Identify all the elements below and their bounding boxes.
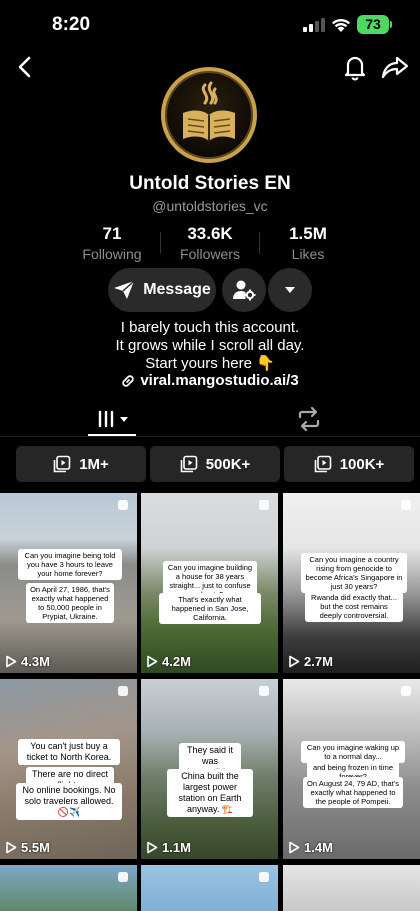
pinned-badge-icon (118, 872, 128, 882)
repost-tab-icon[interactable] (294, 404, 324, 434)
play-icon (289, 655, 300, 668)
video-thumbnail-image (283, 865, 420, 911)
video-thumbnail[interactable] (0, 865, 137, 911)
user-settings-icon (233, 280, 256, 301)
play-icon (6, 841, 17, 854)
stat-value: 33.6K (187, 224, 233, 243)
back-arrow-icon[interactable] (12, 53, 40, 81)
video-caption: On August 24, 79 AD, that's exactly what… (303, 777, 403, 808)
collection-icon (314, 455, 331, 473)
view-count-text: 1.4M (304, 840, 333, 855)
filter-chip-500k[interactable]: 500K+ (150, 446, 280, 482)
bell-icon[interactable] (340, 52, 370, 82)
videos-tab-grid-icon[interactable] (94, 404, 134, 434)
view-count-text: 4.3M (21, 654, 50, 669)
video-caption: On April 27, 1986, that's exactly what h… (26, 583, 114, 623)
view-count-text: 4.2M (162, 654, 191, 669)
video-caption: You can't just buy a ticket to North Kor… (18, 739, 120, 765)
pinned-badge-icon (401, 686, 411, 696)
view-count: 1.1M (146, 840, 191, 855)
message-button-label: Message (143, 281, 211, 298)
paper-plane-icon (114, 280, 135, 299)
view-count-text: 5.5M (21, 840, 50, 855)
video-caption: Rwanda did exactly that... but the cost … (305, 591, 403, 622)
view-count: 1.4M (288, 840, 333, 855)
stat-label: Likes (291, 246, 325, 262)
collection-icon (53, 455, 71, 473)
bio-line: I barely touch this account. (120, 319, 300, 336)
bio-link-text: viral.mangostudio.ai/3 (140, 372, 299, 389)
collection-icon (180, 455, 197, 473)
add-friend-button[interactable] (222, 268, 266, 312)
video-caption: No online bookings. No solo travelers al… (16, 783, 122, 820)
bio-line: Start yours here 👇 (145, 355, 275, 372)
stat-following[interactable]: 71 Following (72, 224, 152, 262)
view-count: 4.3M (5, 654, 50, 669)
play-icon (289, 841, 300, 854)
view-count: 4.2M (146, 654, 191, 669)
play-icon (147, 655, 158, 668)
cellular-signal-icon (303, 18, 325, 32)
stat-label: Followers (180, 246, 240, 262)
username: @untoldstories_vc (152, 198, 268, 214)
video-thumbnail[interactable] (283, 865, 420, 911)
video-caption: That's exactly what happened in San Jose… (159, 593, 261, 624)
bio-link[interactable]: viral.mangostudio.ai/3 (0, 372, 420, 389)
video-thumbnail[interactable]: You can't just buy a ticket to North Kor… (0, 679, 137, 859)
video-caption: Can you imagine being told you have 3 ho… (18, 549, 122, 580)
battery-indicator: 73 (357, 15, 389, 34)
filter-chip-label: 1M+ (79, 455, 109, 473)
share-icon[interactable] (380, 52, 410, 82)
tabs-divider (0, 436, 420, 437)
bio: I barely touch this account. It grows wh… (0, 319, 420, 373)
video-thumbnail[interactable]: Can you imagine waking up to a normal da… (283, 679, 420, 859)
stat-label: Following (82, 246, 142, 262)
stat-value: 1.5M (289, 224, 327, 243)
stat-divider (259, 232, 260, 254)
status-time: 8:20 (52, 14, 91, 35)
pinned-badge-icon (401, 500, 411, 510)
link-icon (122, 374, 135, 387)
filter-chip-1m[interactable]: 1M+ (16, 446, 146, 482)
filter-chip-100k[interactable]: 100K+ (284, 446, 414, 482)
video-caption: China built the largest power station on… (167, 769, 253, 817)
video-thumbnail[interactable]: Can you imagine building a house for 38 … (141, 493, 278, 673)
status-bar: 8:20 73 (0, 0, 420, 50)
message-button[interactable]: Message (108, 268, 216, 312)
video-caption: Can you imagine a country rising from ge… (301, 553, 407, 593)
video-thumbnail[interactable]: Can you imagine being told you have 3 ho… (0, 493, 137, 673)
play-icon (147, 841, 158, 854)
stat-likes[interactable]: 1.5M Likes (268, 224, 348, 262)
view-count: 2.7M (288, 654, 333, 669)
pinned-badge-icon (259, 686, 269, 696)
stat-divider (160, 232, 161, 254)
view-count-text: 1.1M (162, 840, 191, 855)
pinned-badge-icon (259, 872, 269, 882)
view-count: 5.5M (5, 840, 50, 855)
pinned-badge-icon (118, 500, 128, 510)
video-caption: Can you imagine waking up to a normal da… (301, 741, 405, 763)
play-icon (6, 655, 17, 668)
video-thumbnail[interactable]: Can you imagine a country rising from ge… (283, 493, 420, 673)
pinned-badge-icon (259, 500, 269, 510)
display-name: Untold Stories EN (129, 173, 291, 194)
battery-tip (390, 21, 392, 28)
view-count-text: 2.7M (304, 654, 333, 669)
avatar[interactable] (161, 67, 257, 163)
stat-value: 71 (102, 224, 122, 243)
filter-chip-label: 500K+ (205, 455, 251, 473)
book-logo-icon (183, 81, 235, 141)
more-options-button[interactable] (268, 268, 312, 312)
video-thumbnail[interactable] (141, 865, 278, 911)
bio-line: It grows while I scroll all day. (115, 337, 305, 354)
filter-chip-label: 100K+ (339, 455, 385, 473)
pinned-badge-icon (118, 686, 128, 696)
video-thumbnail[interactable]: They said it was impossible. China built… (141, 679, 278, 859)
wifi-icon (332, 18, 350, 32)
stat-followers[interactable]: 33.6K Followers (168, 224, 252, 262)
caret-down-icon (285, 287, 295, 293)
